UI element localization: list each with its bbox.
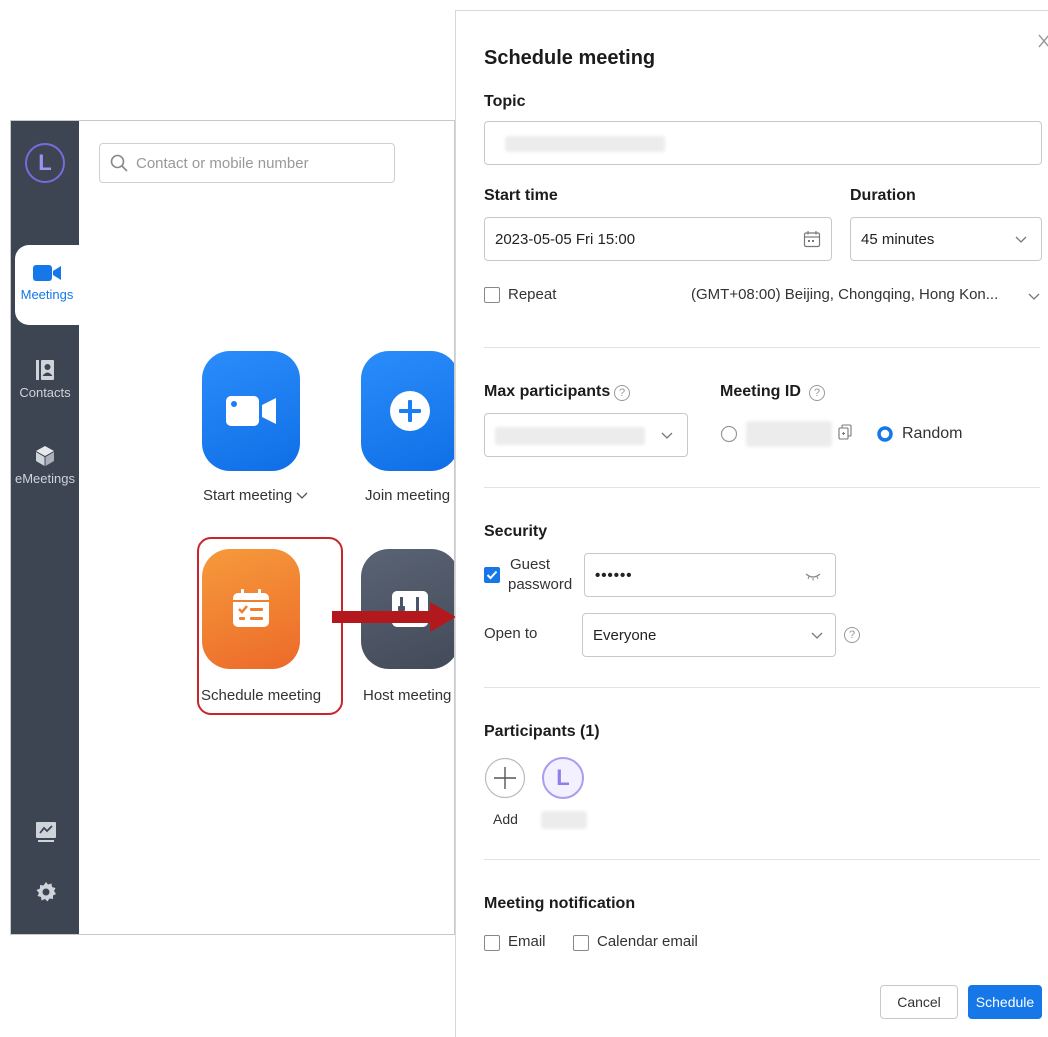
redacted-max-participants — [495, 427, 645, 445]
divider — [484, 687, 1040, 688]
join-meeting-label: Join meeting — [365, 487, 451, 504]
redacted-meeting-id — [746, 421, 832, 447]
max-participants-select[interactable] — [484, 413, 688, 457]
contact-card-icon — [36, 360, 54, 380]
chevron-down-icon — [811, 632, 823, 639]
topic-label: Topic — [484, 93, 526, 110]
avatar-initial: L — [38, 150, 52, 175]
calendar-icon[interactable] — [803, 230, 821, 248]
help-icon[interactable]: ? — [614, 385, 630, 401]
meeting-id-label: Meeting ID — [720, 383, 801, 400]
chevron-down-icon — [1015, 236, 1027, 243]
copy-icon[interactable] — [838, 424, 852, 440]
plus-icon — [390, 391, 430, 431]
help-icon[interactable]: ? — [844, 627, 860, 643]
cube-icon — [36, 446, 54, 466]
chevron-down-icon[interactable] — [296, 492, 308, 500]
start-time-value: 2023-05-05 Fri 15:00 — [495, 230, 636, 248]
video-camera-icon — [226, 396, 276, 426]
personal-id-radio[interactable] — [720, 425, 738, 443]
security-title: Security — [484, 523, 548, 540]
open-to-select[interactable]: Everyone — [582, 613, 836, 657]
password-value: •••••• — [595, 566, 633, 584]
search-placeholder: Contact or mobile number — [136, 154, 309, 172]
random-label: Random — [902, 425, 963, 442]
search-icon — [110, 154, 128, 172]
repeat-label: Repeat — [508, 286, 557, 303]
whiteboard-icon[interactable] — [35, 821, 57, 845]
add-participant-button[interactable] — [484, 757, 526, 799]
timezone-value: (GMT+08:00) Beijing, Chongqing, Hong Kon… — [691, 286, 999, 303]
sidebar-item-meetings[interactable]: Meetings — [15, 245, 79, 325]
sidebar-item-contacts[interactable]: Contacts — [11, 359, 79, 400]
participants-title: Participants (1) — [484, 723, 600, 740]
max-participants-label: Max participants — [484, 383, 611, 400]
duration-label: Duration — [850, 187, 916, 204]
search-input[interactable]: Contact or mobile number — [99, 143, 395, 183]
divider — [484, 347, 1040, 348]
start-meeting-button[interactable] — [202, 351, 300, 471]
repeat-checkbox[interactable] — [484, 287, 500, 303]
duration-select[interactable]: 45 minutes — [850, 217, 1042, 261]
host-meeting-label: Host meeting — [363, 687, 452, 704]
email-checkbox[interactable] — [484, 935, 500, 951]
sidebar-item-emeetings[interactable]: eMeetings — [11, 445, 79, 486]
guest-password-checkbox[interactable] — [484, 567, 500, 583]
participant-avatar[interactable]: L — [542, 757, 584, 799]
chevron-down-icon[interactable] — [1028, 293, 1040, 301]
random-id-radio[interactable] — [876, 425, 894, 443]
calendar-email-label: Calendar email — [597, 933, 698, 950]
calendar-checklist-icon — [233, 589, 269, 627]
topic-input[interactable] — [484, 121, 1042, 165]
schedule-meeting-button[interactable] — [202, 549, 300, 669]
open-to-value: Everyone — [593, 626, 657, 644]
check-icon — [486, 570, 498, 580]
guest-password-label: Guest password — [508, 556, 573, 593]
sidebar-item-label: Contacts — [19, 385, 71, 400]
start-time-picker[interactable]: 2023-05-05 Fri 15:00 — [484, 217, 832, 261]
schedule-button[interactable]: Schedule — [968, 985, 1042, 1019]
join-meeting-button[interactable] — [361, 351, 454, 471]
duration-value: 45 minutes — [861, 230, 935, 248]
arrow-right-icon — [332, 602, 456, 632]
sidebar-item-label: eMeetings — [15, 471, 75, 486]
calendar-email-checkbox[interactable] — [573, 935, 589, 951]
dialog-title: Schedule meeting — [484, 47, 656, 69]
cancel-button[interactable]: Cancel — [880, 985, 958, 1019]
close-icon[interactable] — [1038, 33, 1048, 49]
start-time-label: Start time — [484, 187, 558, 204]
video-camera-icon — [33, 265, 61, 281]
content-area: Contact or mobile number Start meeting J… — [79, 121, 454, 934]
redacted-participant-name — [541, 811, 587, 829]
eye-closed-icon[interactable] — [805, 571, 821, 581]
main-app-window: L Meetings Contacts eMeetings Contact or… — [10, 120, 455, 935]
chevron-down-icon — [661, 432, 673, 439]
user-avatar[interactable]: L — [25, 143, 65, 183]
open-to-label: Open to — [484, 625, 538, 642]
help-icon[interactable]: ? — [809, 385, 825, 401]
divider — [484, 487, 1040, 488]
timezone-select[interactable]: (GMT+08:00) Beijing, Chongqing, Hong Kon… — [691, 286, 998, 303]
guest-password-input[interactable]: •••••• — [584, 553, 836, 597]
schedule-meeting-dialog: Schedule meeting Topic Start time Durati… — [455, 10, 1048, 1037]
schedule-meeting-label: Schedule meeting — [201, 687, 322, 704]
redacted-topic — [505, 136, 665, 152]
sidebar: L Meetings Contacts eMeetings — [11, 121, 79, 934]
meeting-notification-title: Meeting notification — [484, 895, 636, 912]
add-label: Add — [493, 811, 518, 827]
gear-icon[interactable] — [35, 881, 57, 903]
email-label: Email — [508, 933, 546, 950]
sidebar-item-label: Meetings — [20, 287, 74, 302]
start-meeting-label[interactable]: Start meeting — [203, 487, 308, 504]
divider — [484, 859, 1040, 860]
